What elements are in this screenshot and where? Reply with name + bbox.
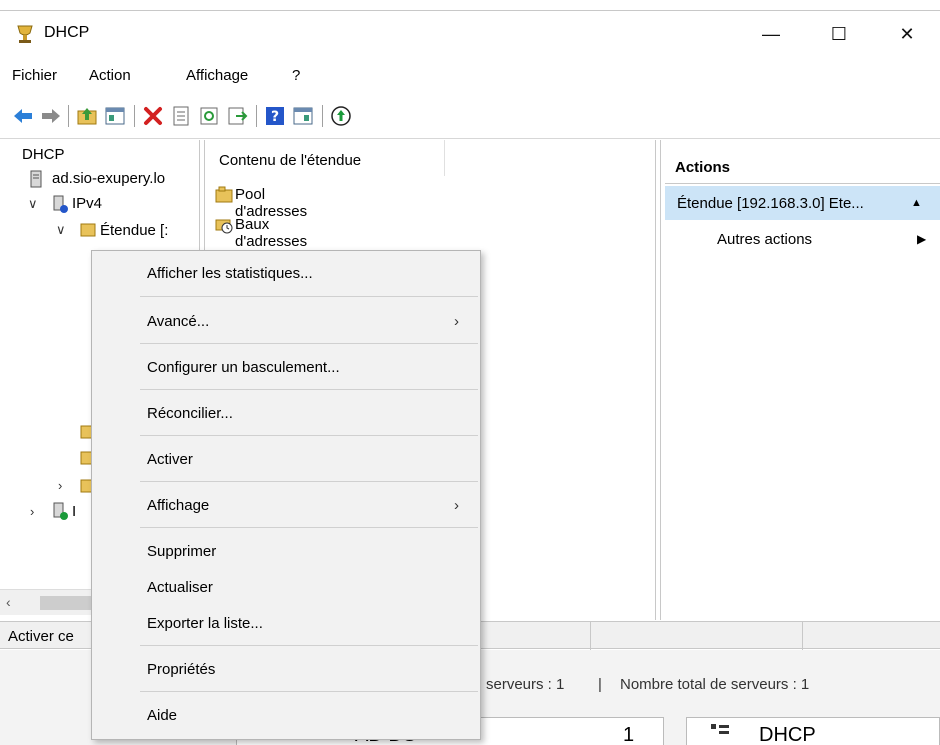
submenu-arrow-icon: ▶: [917, 232, 927, 246]
context-menu: Afficher les statistiques... Avancé... ›…: [91, 250, 481, 740]
menu-help[interactable]: ?: [292, 67, 300, 84]
menu-item-label: Afficher les statistiques...: [147, 265, 313, 282]
ipv6-icon: [53, 502, 68, 520]
activate-scope-icon[interactable]: [330, 105, 352, 127]
up-folder-icon[interactable]: [76, 105, 98, 127]
toolbar: ?: [0, 95, 940, 139]
list-item-label: Pool d'adresses: [235, 186, 308, 220]
menu-item-label: Avancé...: [147, 313, 210, 330]
menu-item-reconcilier[interactable]: Réconcilier...: [92, 395, 480, 431]
menu-item-label: Exporter la liste...: [147, 615, 263, 632]
forward-arrow-icon[interactable]: [40, 105, 62, 127]
close-button[interactable]: ✕: [884, 11, 930, 57]
show-hide-action-pane-icon[interactable]: [292, 105, 314, 127]
chevron-right-icon[interactable]: ›: [58, 478, 62, 493]
menu-item-actualiser[interactable]: Actualiser: [92, 569, 480, 605]
menu-item-label: Configurer un basculement...: [147, 359, 340, 376]
content-header[interactable]: Contenu de l'étendue: [205, 140, 445, 176]
total-servers-count: Nombre total de serveurs : 1: [620, 676, 810, 693]
tree-scope[interactable]: Étendue [:: [100, 222, 168, 244]
tile-dhcp-label: DHCP: [759, 724, 816, 745]
actions-pane: Actions Étendue [192.168.3.0] Ete... ▲ A…: [660, 140, 940, 620]
back-arrow-icon[interactable]: [12, 105, 34, 127]
chevron-right-icon: ›: [454, 313, 459, 330]
servers-count: serveurs : 1: [486, 676, 565, 693]
menu-item-label: Affichage: [147, 497, 210, 514]
dhcp-app-icon: [17, 25, 33, 43]
address-leases-icon: [215, 219, 233, 234]
show-hide-console-tree-icon[interactable]: [104, 105, 126, 127]
server-icon: [30, 170, 42, 188]
minimize-button[interactable]: —: [748, 11, 794, 57]
menu-item-supprimer[interactable]: Supprimer: [92, 533, 480, 569]
menu-item-aide[interactable]: Aide: [92, 697, 480, 733]
menu-item-label: Réconcilier...: [147, 405, 233, 422]
status-text: Activer ce: [8, 628, 74, 645]
separator: |: [598, 676, 602, 693]
tree-ipv6[interactable]: I: [72, 503, 76, 525]
properties-icon[interactable]: [170, 105, 192, 127]
scope-folder-icon: [80, 223, 96, 237]
menu-item-label: Actualiser: [147, 579, 213, 596]
menu-action[interactable]: Action: [89, 67, 131, 84]
chevron-right-icon: ›: [454, 497, 459, 514]
menu-item-avance[interactable]: Avancé... ›: [92, 303, 480, 339]
menu-bar: Fichier Action Affichage ?: [0, 61, 940, 91]
tile-ad-ds-count: 1: [623, 724, 635, 745]
refresh-icon[interactable]: [198, 105, 220, 127]
actions-scope-label: Étendue [192.168.3.0] Ete...: [677, 195, 864, 212]
ipv4-icon: [53, 195, 68, 213]
chevron-right-icon[interactable]: ›: [30, 504, 34, 519]
menu-item-label: Supprimer: [147, 543, 217, 560]
svg-text:?: ?: [271, 109, 279, 125]
actions-header: Actions: [665, 150, 940, 184]
menu-item-label: Activer: [147, 451, 193, 468]
menu-fichier[interactable]: Fichier: [12, 67, 57, 84]
maximize-button[interactable]: ☐: [816, 11, 862, 57]
list-item-label: Baux d'adresses: [235, 216, 308, 250]
menu-affichage[interactable]: Affichage: [186, 67, 248, 84]
tile-dhcp[interactable]: DHCP: [686, 717, 940, 745]
menu-item-exporter-liste[interactable]: Exporter la liste...: [92, 605, 480, 641]
actions-more-item[interactable]: Autres actions ▶: [665, 222, 940, 256]
title-bar: DHCP — ☐ ✕: [0, 11, 940, 57]
scroll-left-icon[interactable]: ‹: [6, 594, 11, 610]
menu-item-activer[interactable]: Activer: [92, 441, 480, 477]
actions-more-label: Autres actions: [717, 231, 813, 248]
collapse-up-icon[interactable]: ▲: [911, 197, 922, 209]
actions-header-label: Actions: [675, 159, 731, 176]
help-icon[interactable]: ?: [264, 105, 286, 127]
chevron-down-icon[interactable]: ∨: [28, 196, 38, 212]
chevron-down-icon[interactable]: ∨: [56, 222, 66, 238]
menu-item-label: Aide: [147, 707, 178, 724]
tree-server[interactable]: ad.sio-exupery.lo: [52, 170, 165, 192]
content-header-label: Contenu de l'étendue: [219, 152, 362, 169]
menu-item-proprietes[interactable]: Propriétés: [92, 651, 480, 687]
menu-item-afficher-statistiques[interactable]: Afficher les statistiques...: [92, 255, 480, 291]
actions-scope-item[interactable]: Étendue [192.168.3.0] Ete... ▲: [665, 186, 940, 220]
menu-item-label: Propriétés: [147, 661, 216, 678]
menu-item-affichage[interactable]: Affichage ›: [92, 487, 480, 523]
menu-item-configurer-basculement[interactable]: Configurer un basculement...: [92, 349, 480, 385]
export-list-icon[interactable]: [226, 105, 248, 127]
tree-ipv4[interactable]: IPv4: [72, 195, 102, 217]
tree-root-dhcp[interactable]: DHCP: [22, 146, 65, 168]
dhcp-role-icon: [711, 724, 729, 734]
delete-icon[interactable]: [142, 105, 164, 127]
address-pool-icon: [215, 186, 233, 203]
window-title: DHCP: [44, 24, 90, 41]
